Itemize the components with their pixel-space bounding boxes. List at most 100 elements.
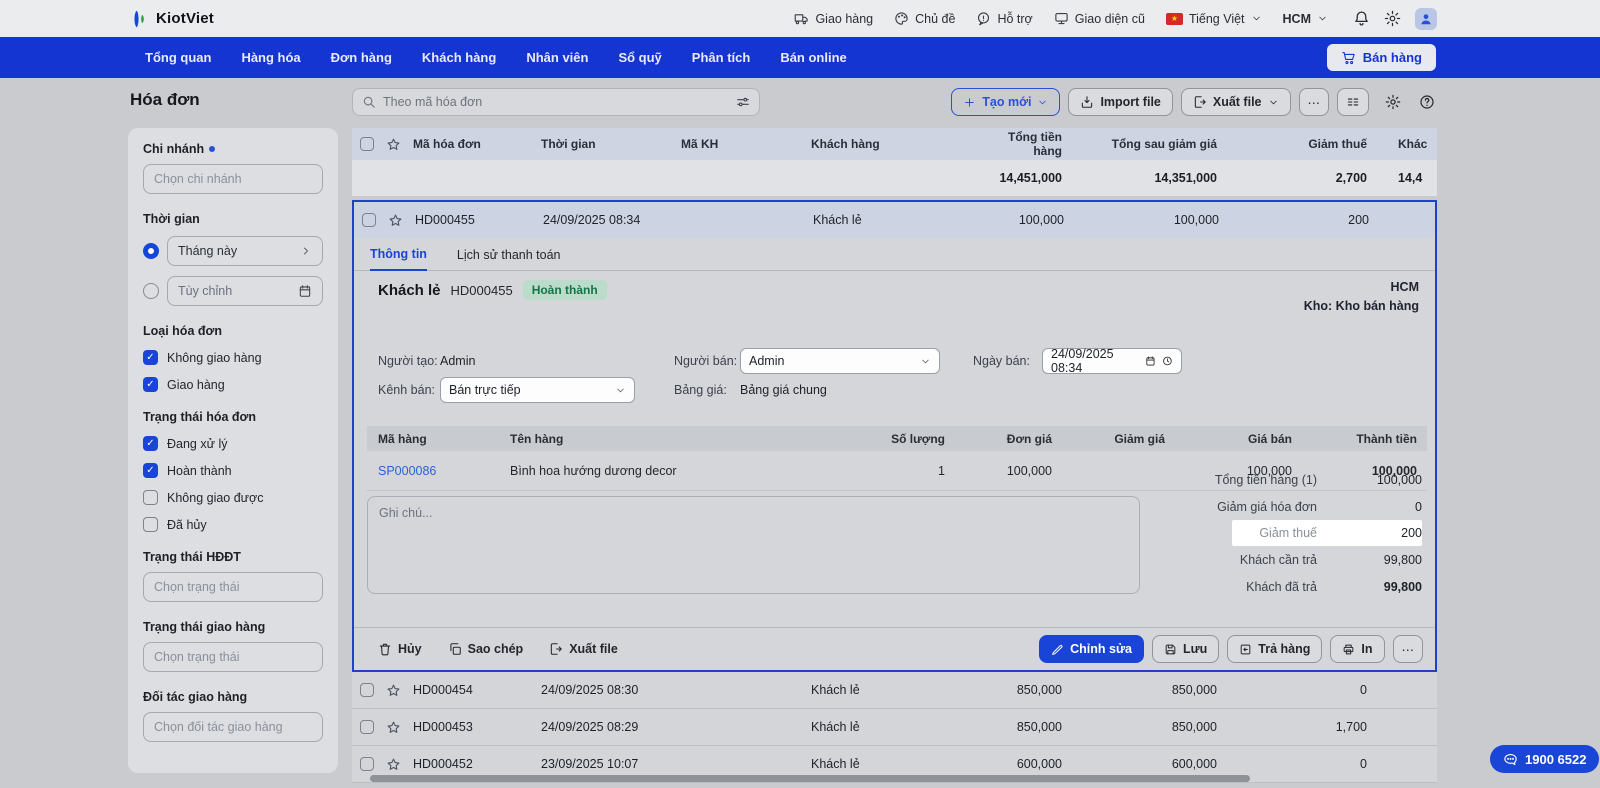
select-all-checkbox[interactable]: [360, 137, 374, 151]
return-goods-button[interactable]: Trả hàng: [1227, 635, 1322, 663]
pcol-discount: Giảm giá: [1062, 432, 1175, 446]
branch-filter-input[interactable]: [143, 164, 323, 194]
kiotviet-logo[interactable]: KiotViet: [130, 0, 214, 37]
col-customer-code[interactable]: Mã KH: [681, 137, 811, 151]
checkbox-undeliverable[interactable]: Không giao được: [143, 490, 323, 505]
star-icon[interactable]: [386, 683, 401, 698]
nav-item-products[interactable]: Hàng hóa: [241, 50, 300, 65]
clock-icon: [1162, 355, 1173, 367]
checkbox-unchecked-icon: [143, 490, 158, 505]
column-settings-button[interactable]: [1337, 88, 1369, 116]
nav-item-cashbook[interactable]: Sổ quỹ: [618, 50, 661, 65]
copy-label: Sao chép: [468, 642, 524, 656]
col-customer[interactable]: Khách hàng: [811, 137, 981, 151]
more-actions-button[interactable]: ⋯: [1299, 88, 1330, 116]
time-preset-value: Tháng này: [178, 244, 237, 258]
sell-button[interactable]: Bán hàng: [1327, 44, 1436, 71]
row-checkbox[interactable]: [360, 683, 374, 697]
copy-icon: [448, 642, 462, 656]
checkbox-no-delivery[interactable]: ✓Không giao hàng: [143, 350, 323, 365]
nav-item-analytics[interactable]: Phân tích: [692, 50, 751, 65]
pencil-icon: [1051, 643, 1064, 656]
print-button[interactable]: In: [1330, 635, 1384, 663]
export-invoice-button[interactable]: Xuất file: [549, 642, 618, 656]
language-selector[interactable]: ★Tiếng Việt: [1166, 12, 1262, 26]
product-code-link[interactable]: SP000086: [367, 464, 499, 478]
table-row[interactable]: HD000453 24/09/2025 08:29 Khách lẻ 850,0…: [352, 709, 1437, 746]
star-icon[interactable]: [388, 213, 403, 228]
topbar-link-support[interactable]: Hỗ trợ: [976, 11, 1032, 26]
return-icon: [1239, 643, 1252, 656]
time-custom-radio[interactable]: [143, 283, 159, 299]
seller-select[interactable]: Admin: [740, 348, 940, 374]
table-row[interactable]: HD000455 24/09/2025 08:34 Khách lẻ 100,0…: [354, 202, 1435, 238]
search-input[interactable]: [383, 95, 729, 109]
list-settings-button[interactable]: [1377, 88, 1409, 116]
filter-sliders-icon[interactable]: [736, 95, 750, 109]
row-checkbox[interactable]: [360, 757, 374, 771]
star-icon[interactable]: [386, 757, 401, 772]
import-file-button[interactable]: Import file: [1068, 88, 1172, 116]
export-file-button[interactable]: Xuất file: [1181, 88, 1291, 116]
einvoice-status-input[interactable]: [143, 572, 323, 602]
col-invoice-id[interactable]: Mã hóa đơn: [406, 137, 541, 151]
col-total[interactable]: Tổng tiền hàng: [981, 130, 1070, 158]
detail-more-button[interactable]: ⋯: [1393, 635, 1424, 663]
create-new-button[interactable]: Tạo mới: [951, 88, 1060, 116]
user-avatar[interactable]: [1415, 8, 1437, 30]
col-tax-discount[interactable]: Giảm thuế: [1225, 137, 1375, 151]
support-chat-button[interactable]: 1900 6522: [1490, 745, 1599, 773]
save-label: Lưu: [1183, 642, 1207, 656]
nav-item-staff[interactable]: Nhân viên: [526, 50, 588, 65]
page-title: Hóa đơn: [130, 90, 200, 110]
checkbox-delivery[interactable]: ✓Giao hàng: [143, 377, 323, 392]
nav-item-orders[interactable]: Đơn hàng: [331, 50, 392, 65]
horizontal-scrollbar[interactable]: [370, 775, 1250, 782]
tab-payment-history[interactable]: Lịch sử thanh toán: [457, 248, 561, 270]
topbar-link-theme[interactable]: Chủ đề: [894, 11, 955, 26]
col-time[interactable]: Thời gian: [541, 137, 681, 151]
note-textarea[interactable]: [367, 496, 1140, 594]
gear-icon[interactable]: [1384, 10, 1401, 27]
total-goods-label: Tổng tiền hàng (1): [1215, 473, 1317, 487]
save-icon: [1164, 643, 1177, 656]
summary-row: 14,451,000 14,351,000 2,700 14,4: [352, 160, 1437, 196]
help-button[interactable]: [1417, 88, 1437, 116]
checkbox-processing[interactable]: ✓Đang xử lý: [143, 436, 323, 451]
topbar-link-old-ui[interactable]: Giao diện cũ: [1054, 11, 1145, 26]
topbar-link-delivery[interactable]: Giao hàng: [794, 11, 873, 26]
bell-icon[interactable]: [1353, 10, 1370, 27]
row-checkbox[interactable]: [360, 720, 374, 734]
star-icon[interactable]: [386, 137, 401, 152]
nav-item-overview[interactable]: Tổng quan: [145, 50, 211, 65]
cell-tax-discount: 0: [1225, 757, 1375, 771]
tab-info[interactable]: Thông tin: [370, 247, 427, 271]
chevron-down-icon: [615, 385, 626, 396]
invoice-table-header: Mã hóa đơn Thời gian Mã KH Khách hàng Tổ…: [352, 128, 1437, 160]
time-preset-radio[interactable]: [143, 243, 159, 259]
delivery-partner-input[interactable]: [143, 712, 323, 742]
cancel-label: Hủy: [398, 642, 422, 656]
table-row[interactable]: HD000454 24/09/2025 08:30 Khách lẻ 850,0…: [352, 672, 1437, 709]
sale-date-input[interactable]: 24/09/2025 08:34: [1042, 348, 1182, 374]
edit-button[interactable]: Chỉnh sửa: [1039, 635, 1144, 663]
nav-item-customers[interactable]: Khách hàng: [422, 50, 496, 65]
time-custom-button[interactable]: Tùy chỉnh: [167, 276, 323, 306]
nav-item-online[interactable]: Bán online: [780, 50, 846, 65]
checkbox-completed[interactable]: ✓Hoàn thành: [143, 463, 323, 478]
delivery-status-input[interactable]: [143, 642, 323, 672]
time-preset-button[interactable]: Tháng này: [167, 236, 323, 266]
branch-selector[interactable]: HCM: [1283, 12, 1328, 26]
cancel-invoice-button[interactable]: Hủy: [378, 642, 422, 656]
copy-invoice-button[interactable]: Sao chép: [448, 642, 524, 656]
row-checkbox[interactable]: [362, 213, 376, 227]
checkbox-cancelled[interactable]: Đã hủy: [143, 517, 323, 532]
col-after-discount[interactable]: Tổng sau giảm giá: [1070, 137, 1225, 151]
save-button[interactable]: Lưu: [1152, 635, 1219, 663]
topbar-link-label: Chủ đề: [915, 12, 955, 26]
star-icon[interactable]: [386, 720, 401, 735]
tax-discount-field[interactable]: Giảm thuế200: [1232, 520, 1422, 546]
customer-paid-value: 99,800: [1317, 580, 1422, 594]
col-other[interactable]: Khác: [1375, 137, 1437, 151]
channel-select[interactable]: Bán trực tiếp: [440, 377, 635, 403]
